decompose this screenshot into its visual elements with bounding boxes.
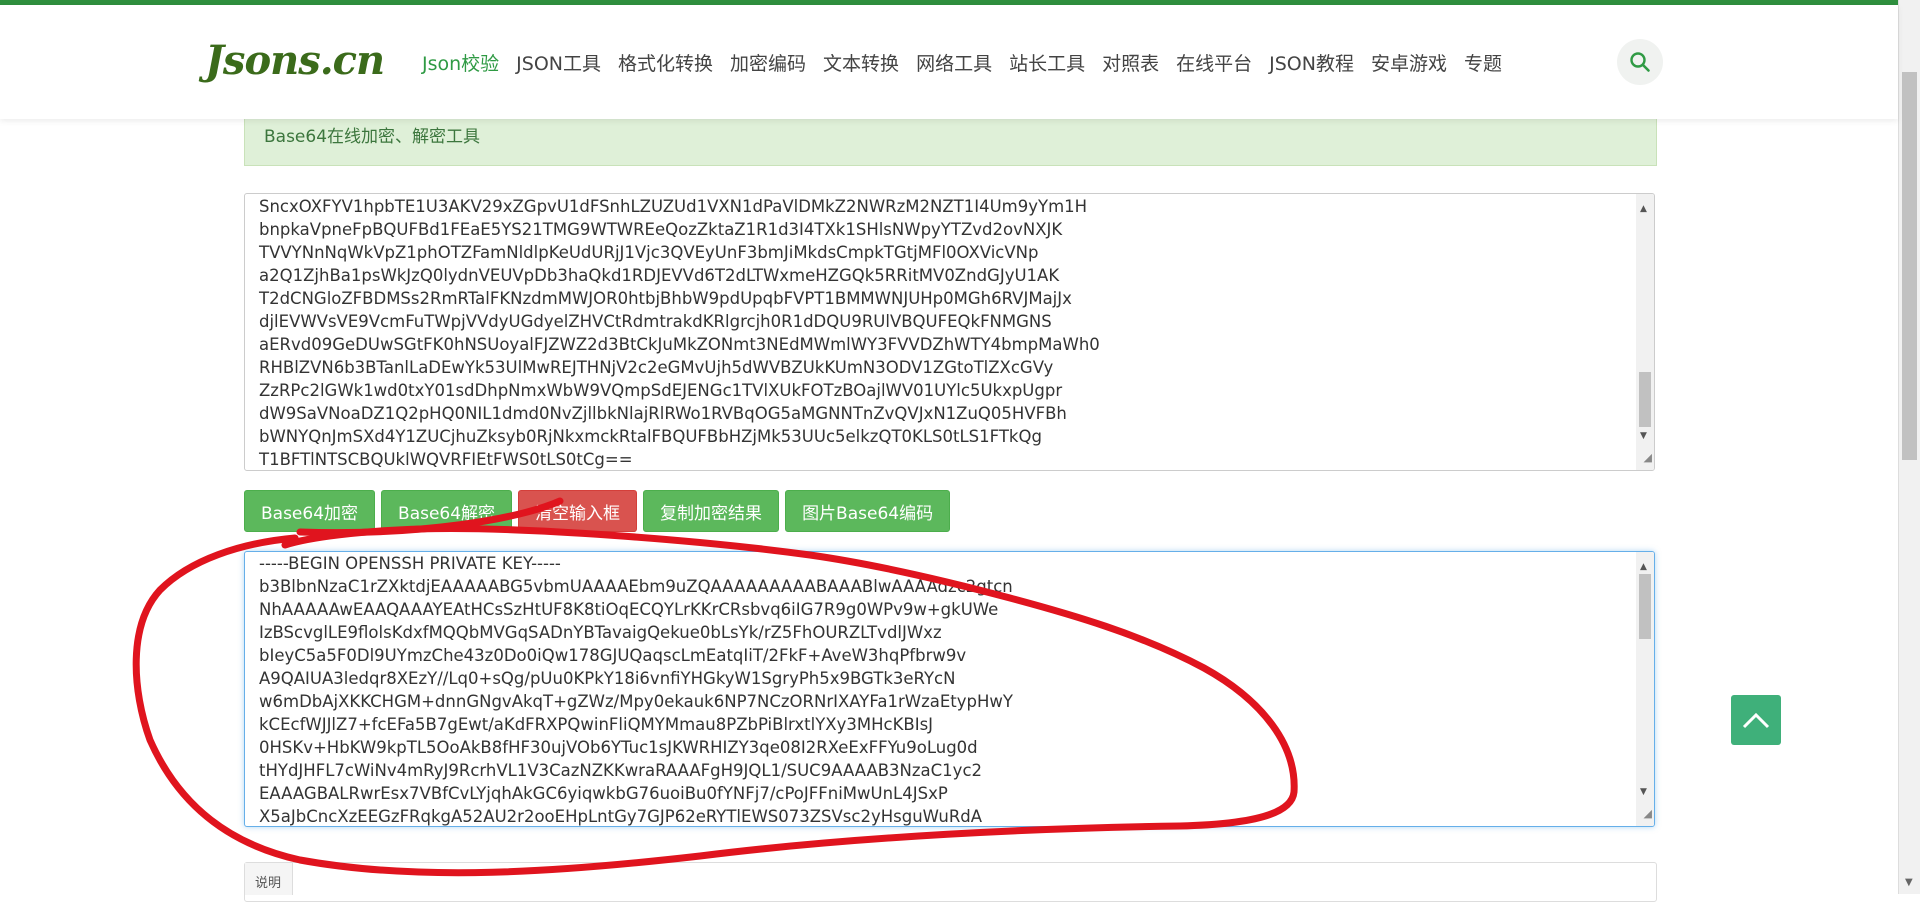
input-textarea[interactable]: SncxOXFYV1hpbTE1U3AKV29xZGpvU1dFSnhLZUZU… [244,193,1655,471]
text-line: bIeyC5a5F0Dl9UYmzChe43z0Do0iQw178GJUQaqs… [259,646,967,665]
text-line: X5aJbCncXzEEGzFRqkgA52AU2r2ooEHpLntGy7GJ… [259,807,983,826]
action-button[interactable]: 图片Base64编码 [785,490,951,532]
action-buttons: Base64加密 Base64解密 清空输入框 复制加密结果 图片Base64编码 [244,490,951,532]
scroll-up-arrow-icon[interactable]: ▲ [1640,198,1647,221]
nav-item[interactable]: 站长工具 [1009,49,1085,76]
text-line: -----BEGIN OPENSSH PRIVATE KEY----- [259,554,561,573]
nav-item[interactable]: 格式化转换 [618,49,713,76]
text-line: ZzRPc2lGWk1wd0txY01sdDhpNmxWbW9VQmpSdEJE… [259,381,1063,400]
resize-handle-icon[interactable]: ◢ [1644,802,1652,825]
action-button[interactable]: Base64加密 [244,490,376,532]
nav-item[interactable]: 在线平台 [1176,49,1252,76]
page-scrollbar[interactable]: ▼ [1898,0,1920,894]
text-line: T2dCNGloZFBDMSs2RmRTalFKNzdmMWJOR0htbjBh… [259,289,1072,308]
text-line: 0HSKv+HbKW9kpTL5OoAkB8fHF30ujVOb6YTuc1sJ… [259,738,978,757]
text-line: bWNYQnJmSXd4Y1ZUCjhuZksyb0RjNkxmckRtalFB… [259,427,1042,446]
nav-item[interactable]: Json校验 [422,49,499,76]
site-logo[interactable]: Jsons.cn [205,37,385,84]
text-line: kCEcfWJJlZ7+fcEFa5B7gEwt/aKdFRXPQwinFliQ… [259,715,934,734]
search-button[interactable] [1617,39,1663,85]
input-text-content: SncxOXFYV1hpbTE1U3AKV29xZGpvU1dFSnhLZUZU… [259,195,1100,470]
text-line: A9QAIUA3ledqr8XEzY//Lq0+sQg/pUu0KPkY18i6… [259,669,956,688]
resize-handle-icon[interactable]: ◢ [1644,446,1652,469]
text-line: aERvd09GeDUwSGtFK0hNSUoyalFJZWZ2d3BtCkJu… [259,335,1100,354]
nav-item[interactable]: 加密编码 [730,49,806,76]
nav-item[interactable]: 专题 [1464,49,1502,76]
text-line: TVVYNnNqWkVpZ1phOTZFamNldlpKeUdURjJ1Vjc3… [259,243,1039,262]
text-line: a2Q1ZjhBa1psWkJzQ0lydnVEUVpDb3haQkd1RDJE… [259,266,1060,285]
nav-item[interactable]: JSON教程 [1269,49,1354,76]
nav-item[interactable]: 安卓游戏 [1371,49,1447,76]
text-line: djlEVWVsVE9VcmFuTWpjVVdyUGdyelZHVCtRdmtr… [259,312,1052,331]
text-line: SncxOXFYV1hpbTE1U3AKV29xZGpvU1dFSnhLZUZU… [259,197,1088,216]
output-scrollbar[interactable]: ▲ ▼ [1636,552,1654,826]
action-button[interactable]: 清空输入框 [518,490,638,532]
text-line: EAAAGBALRwrEsx7VBfCvLYjqhAkGC6yiqwkbG76u… [259,784,948,803]
page-scroll-thumb[interactable] [1902,72,1917,460]
nav-item[interactable]: 文本转换 [823,49,899,76]
text-line: T1BFTlNTSCBQUklWQVRFIEtFWS0tLS0tCg== [259,450,633,469]
back-to-top-button[interactable] [1731,695,1781,745]
output-text-content: -----BEGIN OPENSSH PRIVATE KEY----- b3Blb… [259,552,1013,826]
input-scroll-thumb[interactable] [1639,372,1651,427]
nav-item[interactable]: JSON工具 [516,49,601,76]
description-label: 说明 [245,863,293,895]
text-line: dW9SaVNoaDZ1Q2pHQ0NIL1dmd0NvZjllbkNlajRl… [259,404,1067,423]
text-line: w6mDbAjXKKCHGM+dnnGNgvAkqT+gZWz/Mpy0ekau… [259,692,1013,711]
action-button[interactable]: Base64解密 [381,490,513,532]
action-button[interactable]: 复制加密结果 [643,490,780,532]
site-header: Jsons.cn Json校验 JSON工具 格式化转换 加密编码 文本转换 网络工具 站长… [0,5,1898,119]
description-panel: 说明 [244,862,1657,902]
output-scroll-thumb[interactable] [1639,574,1651,639]
text-line: RHBlZVN6b3BTanlLaDEwYk53UlMwREJTHNjV2c2e… [259,358,1054,377]
search-icon [1630,52,1650,72]
scroll-down-arrow-icon[interactable]: ▼ [1640,781,1647,804]
nav-item[interactable]: 网络工具 [916,49,992,76]
chevron-up-icon [1742,712,1770,729]
nav-item[interactable]: 对照表 [1102,49,1159,76]
text-line: tHYdJHFL7cWiNv4mRyJ9RcrhVL1V3CazNZKKwraR… [259,761,983,780]
text-line: NhAAAAAwEAAQAAAYEAtHCsSzHtUF8K8tiOqECQYL… [259,600,999,619]
input-scrollbar[interactable]: ▲ ▼ [1636,194,1654,470]
text-line: IzBScvglLE9flolsKdxfMQQbMVGqSADnYBTavaig… [259,623,942,642]
notice-text: Base64在线加密、解密工具 [264,127,481,147]
text-line: b3BlbnNzaC1rZXktdjEAAAAABG5vbmUAAAAEbm9u… [259,577,1013,596]
text-line: bnpkaVpneFpBQUFBd1FEaE5YS21TMG9WTWREeQoz… [259,220,1063,239]
page-scroll-down-icon[interactable]: ▼ [1905,877,1913,888]
scroll-down-arrow-icon[interactable]: ▼ [1640,425,1647,448]
main-nav: Json校验 JSON工具 格式化转换 加密编码 文本转换 网络工具 站长工具 对照表 在线平台… [422,49,1519,76]
output-textarea[interactable]: -----BEGIN OPENSSH PRIVATE KEY----- b3Blb… [244,551,1655,827]
